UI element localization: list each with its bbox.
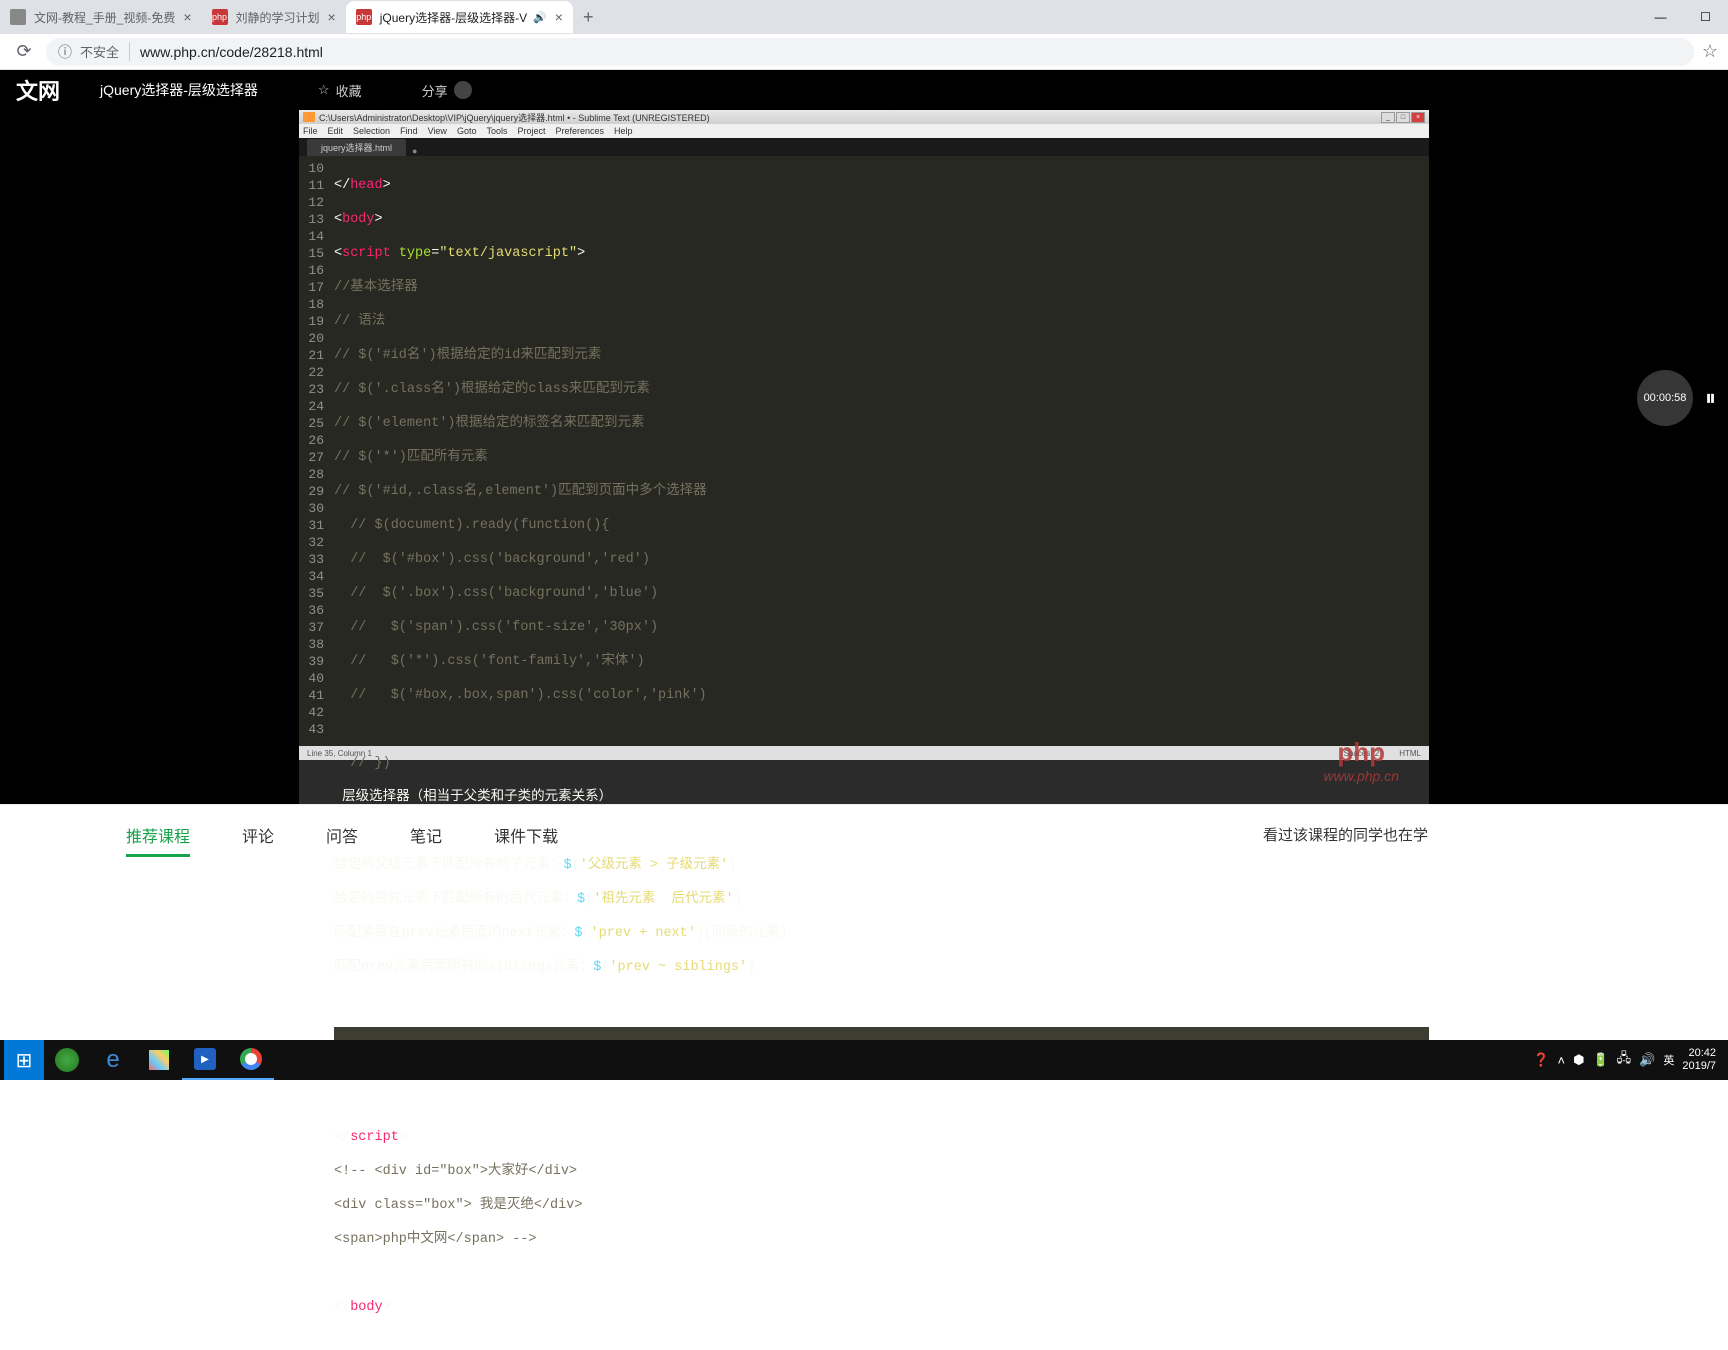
reload-button[interactable]: ⟳ xyxy=(10,38,38,66)
editor-menubar: File Edit Selection Find View Goto Tools… xyxy=(299,124,1429,138)
share-button[interactable]: 分享 xyxy=(422,81,472,100)
tab-title: 刘静的学习计划 xyxy=(236,9,320,26)
battery-icon[interactable]: 🔋 xyxy=(1592,1052,1608,1068)
minimize-icon: _ xyxy=(1381,112,1395,123)
url-text: www.php.cn/code/28218.html xyxy=(140,44,323,60)
taskbar-app-1[interactable] xyxy=(44,1040,90,1080)
tab-favicon: php xyxy=(356,9,372,25)
window-controls: — ☐ xyxy=(1638,0,1728,34)
help-icon[interactable]: ❓ xyxy=(1533,1052,1549,1068)
modified-indicator: ● xyxy=(412,146,417,156)
security-badge: 不安全 xyxy=(80,42,130,61)
close-icon[interactable]: × xyxy=(328,9,336,25)
taskbar-app-2[interactable] xyxy=(136,1040,182,1080)
share-icon xyxy=(454,81,472,99)
tab-title: jQuery选择器-层级选择器-V xyxy=(380,9,527,26)
browser-tab-1[interactable]: 文网-教程_手册_视频-免费 × xyxy=(0,1,202,33)
code-content: </head> <body> <script type="text/javasc… xyxy=(334,160,1429,742)
tab-notes[interactable]: 笔记 xyxy=(384,807,468,863)
chevron-up-icon[interactable]: ˄ xyxy=(1558,1053,1566,1068)
maximize-icon: □ xyxy=(1396,112,1410,123)
start-button[interactable]: ⊞ xyxy=(4,1040,44,1080)
bookmark-icon[interactable]: ☆ xyxy=(1702,41,1718,62)
browser-tab-2[interactable]: php 刘静的学习计划 × xyxy=(202,1,346,33)
editor-file-tab: jquery选择器.html xyxy=(307,139,406,156)
video-time: 00:00:58 xyxy=(1637,370,1693,426)
app-icon xyxy=(303,112,315,122)
video-watermark: php www.php.cn xyxy=(1324,737,1399,784)
line-numbers: 1011121314151617181920212223242526272829… xyxy=(299,160,334,742)
network-icon[interactable]: 🖧 xyxy=(1617,1049,1632,1071)
site-logo[interactable]: 文网 xyxy=(16,74,60,106)
tab-recommend[interactable]: 推荐课程 xyxy=(100,807,216,863)
close-icon[interactable]: × xyxy=(183,9,191,25)
taskbar-recorder[interactable]: ▶ xyxy=(182,1040,228,1080)
site-header: 文网 jQuery选择器-层级选择器 ☆ 收藏 分享 xyxy=(0,70,1728,110)
code-editor: 1011121314151617181920212223242526272829… xyxy=(299,156,1429,746)
tab-comments[interactable]: 评论 xyxy=(216,807,300,863)
close-icon[interactable]: × xyxy=(555,9,563,25)
volume-icon[interactable]: 🔊 xyxy=(1639,1052,1655,1068)
url-input[interactable]: ⓘ 不安全 www.php.cn/code/28218.html xyxy=(46,38,1694,66)
favorite-button[interactable]: ☆ 收藏 xyxy=(318,81,362,100)
video-player[interactable]: C:\Users\Administrator\Desktop\VIP\jQuer… xyxy=(0,110,1728,804)
audio-icon[interactable]: 🔊 xyxy=(533,11,547,24)
browser-tab-strip: 文网-教程_手册_视频-免费 × php 刘静的学习计划 × php jQuer… xyxy=(0,0,1728,34)
browser-tab-3[interactable]: php jQuery选择器-层级选择器-V 🔊 × xyxy=(346,1,573,33)
editor-tabs: jquery选择器.html ● xyxy=(299,138,1429,156)
ime-indicator[interactable]: 英 xyxy=(1663,1052,1674,1068)
video-controls: 00:00:58 ⏸ xyxy=(1637,370,1716,426)
system-tray: ❓ ˄ ⬢ 🔋 🖧 🔊 英 20:42 2019/7 xyxy=(1533,1047,1724,1073)
taskbar-clock[interactable]: 20:42 2019/7 xyxy=(1682,1047,1716,1073)
editor-titlebar: C:\Users\Administrator\Desktop\VIP\jQuer… xyxy=(299,110,1429,124)
new-tab-button[interactable]: + xyxy=(573,7,604,28)
windows-taskbar: ⊞ e ▶ ❓ ˄ ⬢ 🔋 🖧 🔊 英 20:42 2019/7 xyxy=(0,1040,1728,1080)
address-bar: ⟳ ⓘ 不安全 www.php.cn/code/28218.html ☆ xyxy=(0,34,1728,70)
page-title: jQuery选择器-层级选择器 xyxy=(100,80,258,100)
maximize-button[interactable]: ☐ xyxy=(1683,0,1728,34)
close-icon: × xyxy=(1411,112,1425,123)
tab-favicon: php xyxy=(212,9,228,25)
star-icon: ☆ xyxy=(318,82,330,98)
tab-favicon xyxy=(10,9,26,25)
minimize-button[interactable]: — xyxy=(1638,0,1683,34)
info-icon[interactable]: ⓘ xyxy=(58,42,72,62)
tab-download[interactable]: 课件下载 xyxy=(468,807,584,863)
pause-button[interactable]: ⏸ xyxy=(1705,385,1716,411)
taskbar-chrome[interactable] xyxy=(228,1040,274,1080)
tray-icon[interactable]: ⬢ xyxy=(1573,1052,1584,1068)
editor-screenshot: C:\Users\Administrator\Desktop\VIP\jQuer… xyxy=(299,110,1429,804)
taskbar-ie[interactable]: e xyxy=(90,1040,136,1080)
tab-title: 文网-教程_手册_视频-免费 xyxy=(34,9,175,26)
tab-qa[interactable]: 问答 xyxy=(300,807,384,863)
